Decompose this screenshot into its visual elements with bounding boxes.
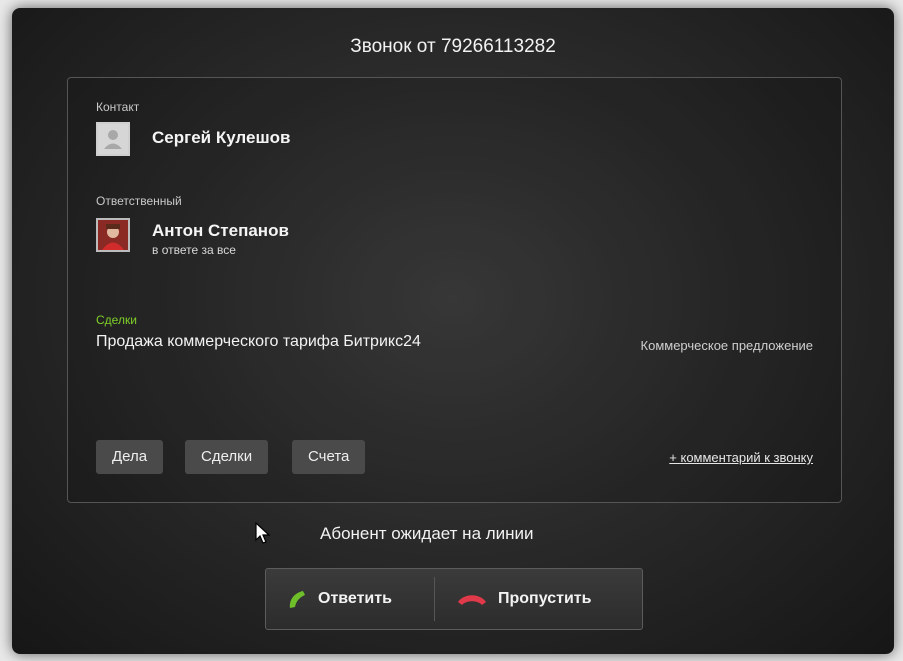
add-comment-link[interactable]: + комментарий к звонку [669, 450, 813, 465]
tab-invoices[interactable]: Счета [292, 440, 366, 474]
caller-info-panel: Контакт Сергей Кулешов Ответственный Ант… [67, 77, 842, 503]
answer-button[interactable]: Ответить [286, 569, 392, 629]
responsible-label: Ответственный [96, 194, 182, 208]
deals-label: Сделки [96, 313, 137, 327]
dialog-title: Звонок от 79266113282 [350, 36, 556, 57]
skip-label: Пропустить [498, 590, 592, 607]
incoming-call-dialog: Звонок от 79266113282 Контакт Сергей Кул… [12, 8, 894, 654]
responsible-subtitle: в ответе за все [152, 243, 236, 257]
responsible-avatar[interactable] [96, 218, 130, 252]
mouse-cursor-icon [255, 521, 271, 551]
contact-avatar[interactable] [96, 122, 130, 156]
tab-deals[interactable]: Сделки [185, 440, 269, 474]
user-placeholder-icon [98, 124, 128, 154]
user-photo-icon [98, 220, 128, 250]
answer-label: Ответить [318, 590, 392, 607]
contact-name[interactable]: Сергей Кулешов [152, 128, 290, 148]
deal-stage: Коммерческое предложение [640, 338, 813, 353]
deal-name[interactable]: Продажа коммерческого тарифа Битрикс24 [96, 333, 421, 351]
contact-label: Контакт [96, 100, 140, 114]
responsible-name[interactable]: Антон Степанов [152, 221, 289, 241]
skip-button[interactable]: Пропустить [456, 569, 591, 629]
action-divider [434, 577, 435, 621]
phone-answer-icon [286, 588, 308, 610]
phone-hangup-icon [456, 591, 488, 607]
tab-tasks[interactable]: Дела [96, 440, 164, 474]
call-actions: Ответить Пропустить [265, 568, 643, 630]
call-status: Абонент ожидает на линии [320, 524, 534, 543]
